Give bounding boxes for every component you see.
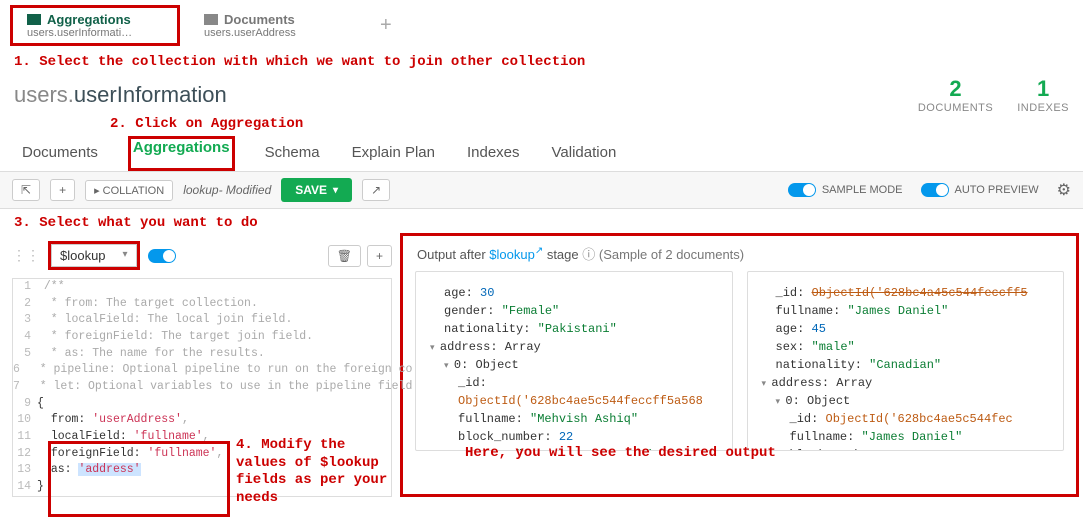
tab-validation[interactable]: Validation (550, 136, 619, 171)
documents-stat: 2 DOCUMENTS (918, 76, 993, 114)
file-tab-subtitle: users.userInformati… (27, 27, 163, 39)
pipeline-toolbar: ⇱ + ▸ COLLATION lookup- Modified SAVE ↗ … (0, 172, 1083, 209)
add-stage-button[interactable]: + (367, 245, 392, 267)
annotation-3: 3. Select what you want to do (0, 209, 1083, 233)
file-tab-subtitle: users.userAddress (204, 27, 346, 39)
file-tabs: Aggregations users.userInformati… Docume… (0, 0, 1083, 50)
documents-count: 2 (918, 76, 993, 102)
documents-label: DOCUMENTS (918, 102, 993, 114)
sample-mode-toggle[interactable]: SAMPLE MODE (788, 183, 903, 197)
tab-indexes[interactable]: Indexes (465, 136, 522, 171)
auto-preview-toggle[interactable]: AUTO PREVIEW (921, 183, 1039, 197)
delete-stage-button[interactable]: 🗑 (328, 245, 361, 267)
file-tab-documents[interactable]: Documents users.userAddress (190, 8, 360, 43)
annotation-5: 4. Modify the values of $lookup fields a… (236, 437, 396, 507)
external-link-icon: ↗ (535, 246, 543, 257)
indexes-count: 1 (1017, 76, 1069, 102)
save-button[interactable]: SAVE (281, 178, 352, 202)
lookup-docs-link[interactable]: $lookup↗ (489, 247, 543, 262)
export-pipeline-button[interactable]: ↗ (362, 179, 390, 201)
annotation-1: 1. Select the collection with which we w… (0, 50, 1083, 74)
settings-icon[interactable]: ⚙ (1057, 180, 1071, 200)
folder-icon (204, 14, 218, 25)
indexes-stat: 1 INDEXES (1017, 76, 1069, 114)
file-tab-title: Documents (224, 12, 295, 27)
namespace: users.userInformation (14, 82, 227, 108)
pipeline-name: lookup- Modified (183, 183, 271, 197)
new-pipeline-button[interactable]: + (50, 179, 75, 201)
namespace-header: users.userInformation 2 DOCUMENTS 1 INDE… (0, 74, 1083, 116)
indexes-label: INDEXES (1017, 102, 1069, 114)
file-tab-aggregations[interactable]: Aggregations users.userInformati… (10, 5, 180, 46)
new-tab-button[interactable]: + (370, 14, 402, 37)
stage-operator-select[interactable]: $lookup (51, 244, 137, 267)
collation-button[interactable]: ▸ COLLATION (85, 180, 173, 201)
annotation-4: Here, you will see the desired output (465, 445, 776, 461)
tab-explain-plan[interactable]: Explain Plan (350, 136, 437, 171)
export-button[interactable]: ⇱ (12, 179, 40, 201)
stage-editor-pane: ⋮⋮ $lookup 🗑 + 1 /** 2 * from: The targe… (0, 233, 400, 497)
drag-handle-icon[interactable]: ⋮⋮ (12, 247, 40, 264)
output-header: Output after $lookup↗ stage ⓘ (Sample of… (415, 240, 1064, 271)
view-tabs: Documents Aggregations Schema Explain Pl… (0, 136, 1083, 172)
file-tab-title: Aggregations (47, 12, 131, 27)
output-document-2[interactable]: _id: ObjectId('628bc4a45c544feccff5 full… (747, 271, 1065, 451)
tab-aggregations[interactable]: Aggregations (131, 131, 232, 166)
tab-schema[interactable]: Schema (263, 136, 322, 171)
output-document-1[interactable]: age: 30 gender: "Female" nationality: "P… (415, 271, 733, 451)
tab-documents[interactable]: Documents (20, 136, 100, 171)
stage-enabled-toggle[interactable] (148, 249, 176, 263)
folder-icon (27, 14, 41, 25)
